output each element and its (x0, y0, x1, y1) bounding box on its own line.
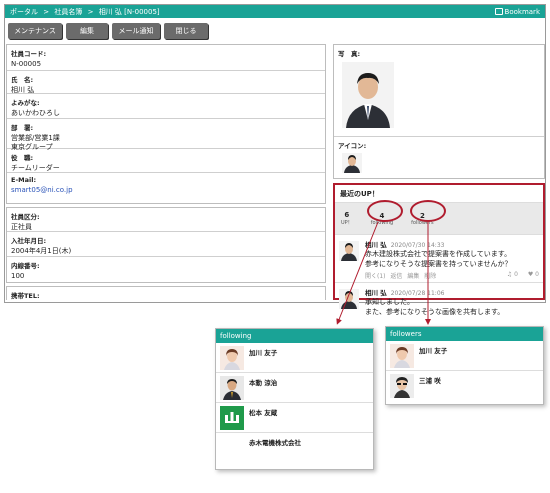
following-popup: following 加川 友子 本動 涼治 松本 友蔵 赤木電機株式会社 (215, 328, 374, 470)
user-name: 本動 涼治 (249, 379, 278, 387)
user-name: 加川 友子 (419, 347, 448, 355)
user-avatar (220, 346, 244, 370)
user-avatar (220, 406, 244, 430)
user-name: 加川 友子 (249, 349, 278, 357)
user-avatar (220, 436, 244, 460)
following-user[interactable]: 本動 涼治 (216, 373, 373, 403)
follower-user[interactable]: 加川 友子 (386, 341, 543, 371)
user-avatar (220, 376, 244, 400)
following-popup-title: following (216, 329, 373, 343)
user-name: 赤木電機株式会社 (249, 439, 301, 447)
user-name: 三浦 咲 (419, 377, 441, 385)
followers-popup-title: followers (386, 327, 543, 341)
followers-popup: followers 加川 友子 三浦 咲 (385, 326, 544, 405)
following-arrow (336, 221, 379, 325)
following-user[interactable]: 松本 友蔵 (216, 403, 373, 433)
follower-user[interactable]: 三浦 咲 (386, 371, 543, 401)
user-avatar (390, 344, 414, 368)
following-user[interactable]: 赤木電機株式会社 (216, 433, 373, 463)
following-user[interactable]: 加川 友子 (216, 343, 373, 373)
user-avatar (390, 374, 414, 398)
user-name: 松本 友蔵 (249, 409, 278, 417)
